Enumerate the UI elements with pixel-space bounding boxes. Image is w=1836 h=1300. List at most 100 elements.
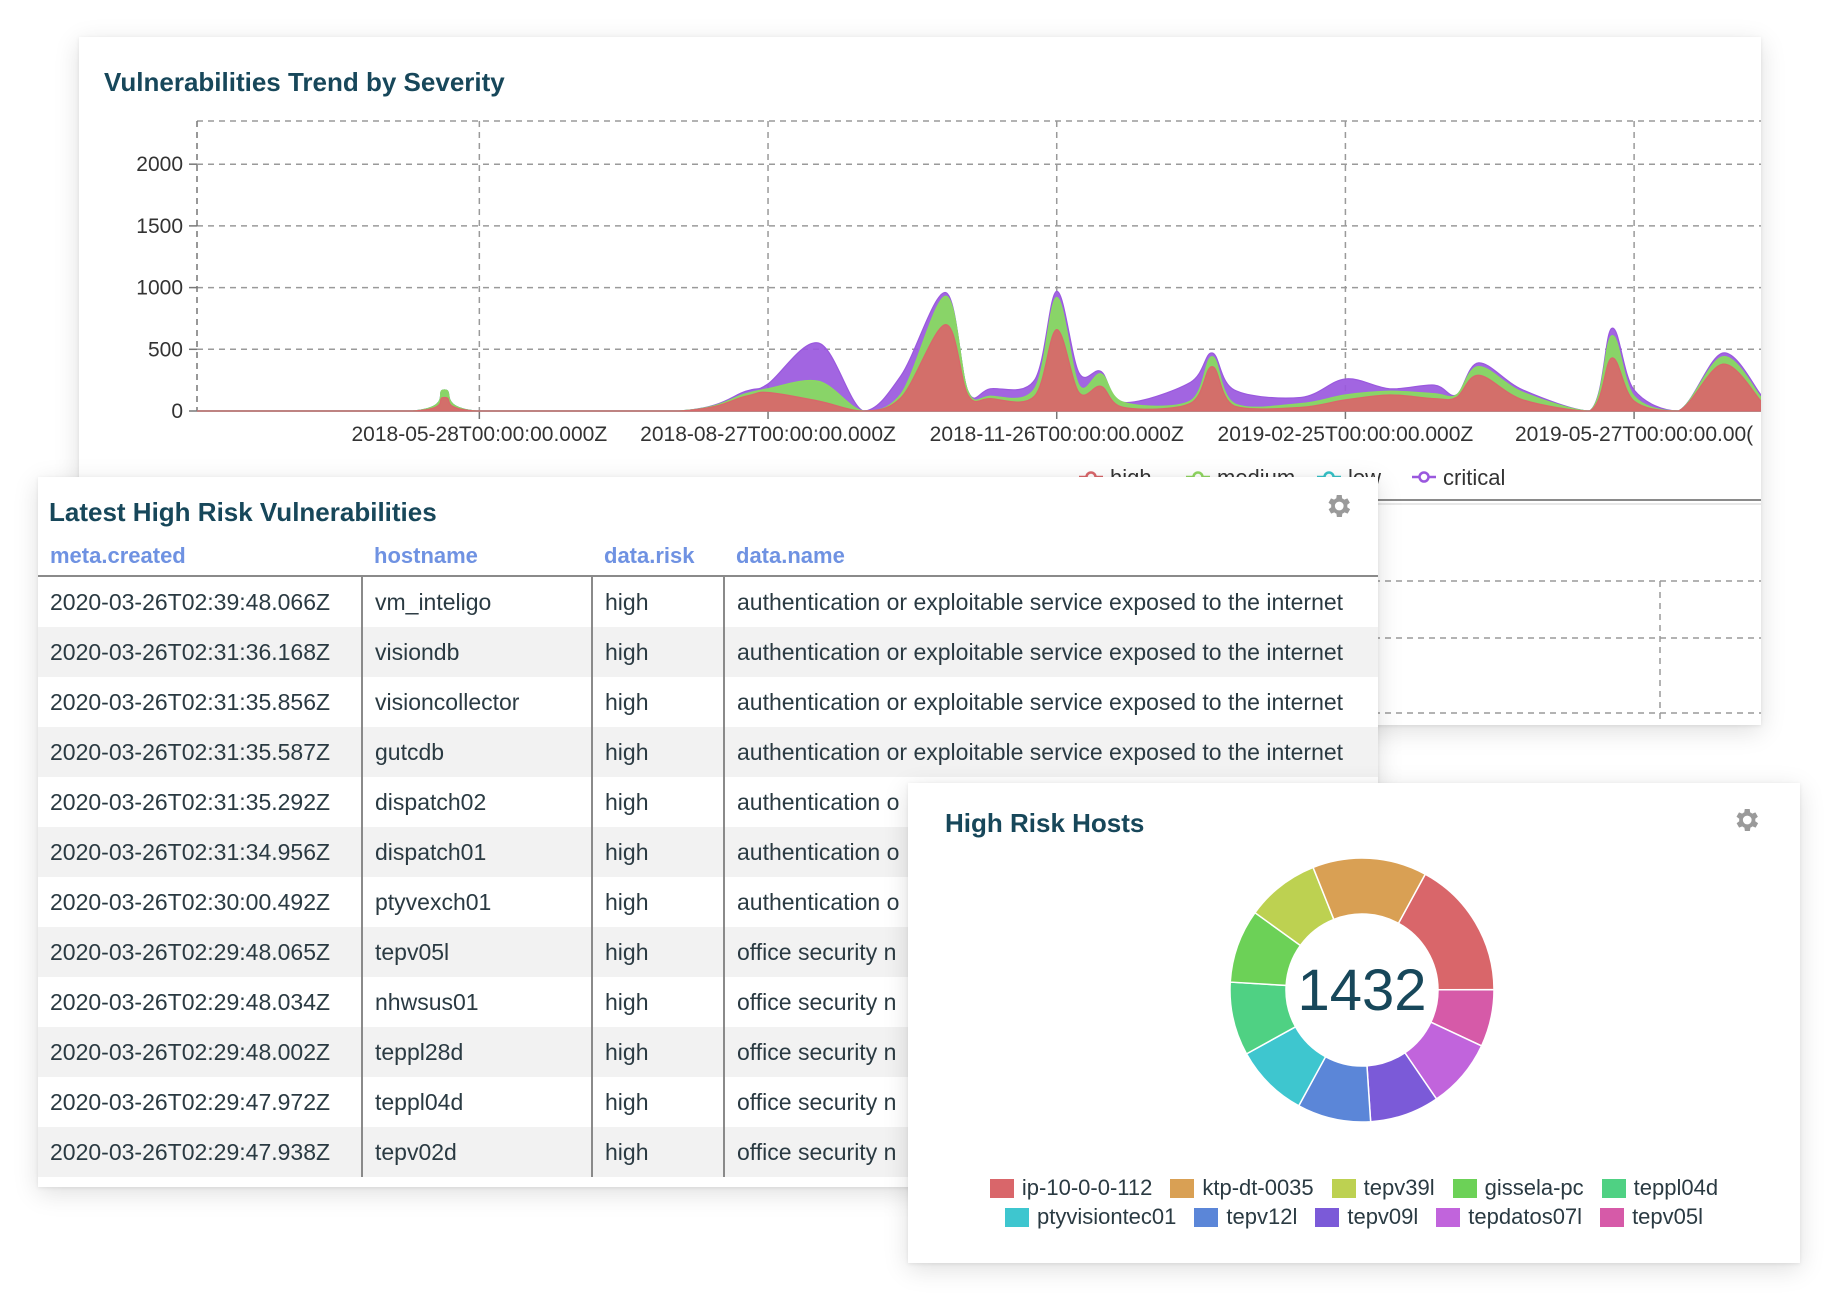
cell-data-risk: high — [592, 927, 725, 977]
area-series-medium — [196, 295, 1761, 412]
legend-item-ptyvisiontec01[interactable]: ptyvisiontec01 — [1004, 1204, 1177, 1230]
cell-data-risk: high — [592, 877, 725, 927]
cell-data-name: authentication or exploitable service ex… — [724, 727, 1378, 777]
legend-label: ptyvisiontec01 — [1036, 1204, 1177, 1229]
legend-item-tepv05l[interactable]: tepv05l — [1600, 1204, 1703, 1230]
hosts-legend-row-1: ip-10-0-0-112 ktp-dt-0035 tepv39l gissela-p… — [908, 1175, 1800, 1201]
cell-hostname: teppl28d — [362, 1027, 593, 1077]
cell-data-name: authentication or exploitable service ex… — [737, 588, 1344, 615]
cell-hostname: nhwsus01 — [362, 977, 593, 1027]
legend-swatch — [1601, 1178, 1626, 1198]
legend-swatch — [1315, 1207, 1340, 1227]
legend-label: teppl04d — [1633, 1175, 1719, 1200]
cell-data-risk: high — [592, 727, 725, 777]
legend-swatch-dot — [1418, 471, 1430, 483]
cell-hostname: gutcdb — [362, 727, 593, 777]
cell-hostname: dispatch01 — [362, 827, 593, 877]
legend-item-tepdatos07l[interactable]: tepdatos07l — [1436, 1204, 1582, 1230]
legend-label: tepv09l — [1347, 1204, 1419, 1229]
cell-data-name: authentication or exploitable service ex… — [737, 688, 1344, 715]
column-header-hostname[interactable]: hostname — [362, 537, 592, 577]
cell-hostname: visioncollector — [362, 677, 593, 727]
cell-meta-created: 2020-03-26T02:31:35.856Z — [38, 677, 363, 727]
legend-label: gissela-pc — [1484, 1175, 1584, 1200]
cell-hostname: tepv05l — [362, 927, 593, 977]
cell-hostname: visiondb — [362, 627, 593, 677]
cell-meta-created: 2020-03-26T02:29:47.972Z — [38, 1077, 363, 1127]
cell-hostname: dispatch02 — [362, 777, 593, 827]
cell-data-risk: high — [592, 827, 725, 877]
legend-swatch — [1600, 1207, 1625, 1227]
cell-meta-created: 2020-03-26T02:31:35.292Z — [38, 777, 363, 827]
legend-item-tepv39l[interactable]: tepv39l — [1331, 1175, 1435, 1201]
cell-meta-created: 2020-03-26T02:39:48.066Z — [38, 576, 363, 627]
legend-label: tepv12l — [1226, 1204, 1298, 1229]
table-row[interactable]: 2020-03-26T02:31:36.168Z visiondb high auth… — [38, 627, 1378, 677]
legend-label: critical — [1443, 465, 1505, 490]
legend-item-ktp-dt-0035[interactable]: ktp-dt-0035 — [1170, 1175, 1314, 1201]
cell-hostname: tepv02d — [362, 1127, 593, 1177]
y-tick-label: 0 — [171, 400, 183, 423]
legend-item-critical[interactable]: critical — [1412, 465, 1505, 490]
table-row[interactable]: 2020-03-26T02:39:48.066Z vm_inteligo high a… — [38, 576, 1378, 627]
table-panel-title: Latest High Risk Vulnerabilities — [49, 497, 437, 527]
cell-meta-created: 2020-03-26T02:29:47.938Z — [38, 1127, 363, 1177]
column-header-meta-created[interactable]: meta.created — [38, 537, 362, 577]
cell-data-risk: high — [592, 977, 725, 1027]
y-tick-label: 1000 — [136, 277, 183, 300]
legend-label: tepv05l — [1632, 1204, 1704, 1229]
area-series-critical — [196, 290, 1761, 412]
column-header-data-name[interactable]: data.name — [724, 537, 1378, 577]
column-header-data-risk[interactable]: data.risk — [592, 537, 724, 577]
legend-item-gissela-pc[interactable]: gissela-pc — [1452, 1175, 1584, 1201]
legend-swatch — [1452, 1178, 1477, 1198]
table-row[interactable]: 2020-03-26T02:31:35.856Z visioncollector h… — [38, 677, 1378, 727]
cell-data-name: authentication or exploitable service ex… — [724, 627, 1378, 677]
cell-meta-created: 2020-03-26T02:31:34.956Z — [38, 827, 363, 877]
legend-swatch — [1004, 1207, 1029, 1227]
cell-hostname: vm_inteligo — [362, 576, 593, 627]
legend-swatch — [1170, 1178, 1195, 1198]
legend-item-ip-10-0-0-112[interactable]: ip-10-0-0-112 — [989, 1175, 1153, 1201]
gear-icon[interactable] — [1323, 491, 1353, 521]
x-tick-label: 2018-08-27T00:00:00.000Z — [640, 423, 896, 446]
cell-meta-created: 2020-03-26T02:29:48.065Z — [38, 927, 363, 977]
cell-data-risk: high — [592, 627, 725, 677]
legend-label: ip-10-0-0-112 — [1021, 1175, 1153, 1200]
cell-data-risk: high — [592, 1127, 725, 1177]
x-tick-label: 2019-02-25T00:00:00.000Z — [1218, 423, 1474, 446]
high-risk-hosts-panel: High Risk Hosts 1432 ip-10-0-0-112 ktp-dt… — [908, 783, 1800, 1263]
y-tick-label: 500 — [148, 338, 183, 361]
x-tick-label: 2018-11-26T00:00:00.000Z — [930, 423, 1184, 446]
legend-swatch — [1331, 1178, 1356, 1198]
cell-data-risk: high — [592, 1077, 725, 1127]
legend-swatch — [1436, 1207, 1461, 1227]
cell-hostname: teppl04d — [362, 1077, 593, 1127]
legend-item-tepv09l[interactable]: tepv09l — [1315, 1204, 1418, 1230]
legend-item-tepv12l[interactable]: tepv12l — [1194, 1204, 1297, 1230]
legend-label: tepdatos07l — [1468, 1204, 1583, 1229]
cell-data-risk: high — [592, 777, 725, 827]
legend-item-teppl04d[interactable]: teppl04d — [1601, 1175, 1719, 1201]
legend-label: ktp-dt-0035 — [1202, 1175, 1314, 1200]
cell-meta-created: 2020-03-26T02:30:00.492Z — [38, 877, 363, 927]
cell-data-risk: high — [592, 576, 725, 627]
cell-data-risk: high — [592, 677, 725, 727]
hosts-legend-row-2: ptyvisiontec01 tepv12l tepv09l tepdatos07l t… — [908, 1204, 1800, 1230]
legend-swatch — [989, 1178, 1014, 1198]
y-tick-label: 2000 — [136, 153, 183, 176]
table-row[interactable]: 2020-03-26T02:31:35.587Z gutcdb high authen… — [38, 727, 1378, 777]
hosts-total-count: 1432 — [1297, 958, 1426, 1023]
legend-swatch — [1194, 1207, 1219, 1227]
y-tick-label: 1500 — [136, 215, 183, 238]
cell-meta-created: 2020-03-26T02:31:36.168Z — [38, 627, 363, 677]
cell-data-risk: high — [592, 1027, 725, 1077]
cell-meta-created: 2020-03-26T02:31:35.587Z — [38, 727, 363, 777]
x-tick-label: 2018-05-28T00:00:00.000Z — [351, 423, 607, 446]
table-header-row: meta.created hostname data.risk data.nam… — [38, 537, 1378, 577]
legend-label: tepv39l — [1363, 1175, 1435, 1200]
x-tick-label: 2019-05-27T00:00:00.00( — [1515, 423, 1753, 446]
cell-hostname: ptyvexch01 — [362, 877, 593, 927]
cell-meta-created: 2020-03-26T02:29:48.034Z — [38, 977, 363, 1027]
cell-meta-created: 2020-03-26T02:29:48.002Z — [38, 1027, 363, 1077]
